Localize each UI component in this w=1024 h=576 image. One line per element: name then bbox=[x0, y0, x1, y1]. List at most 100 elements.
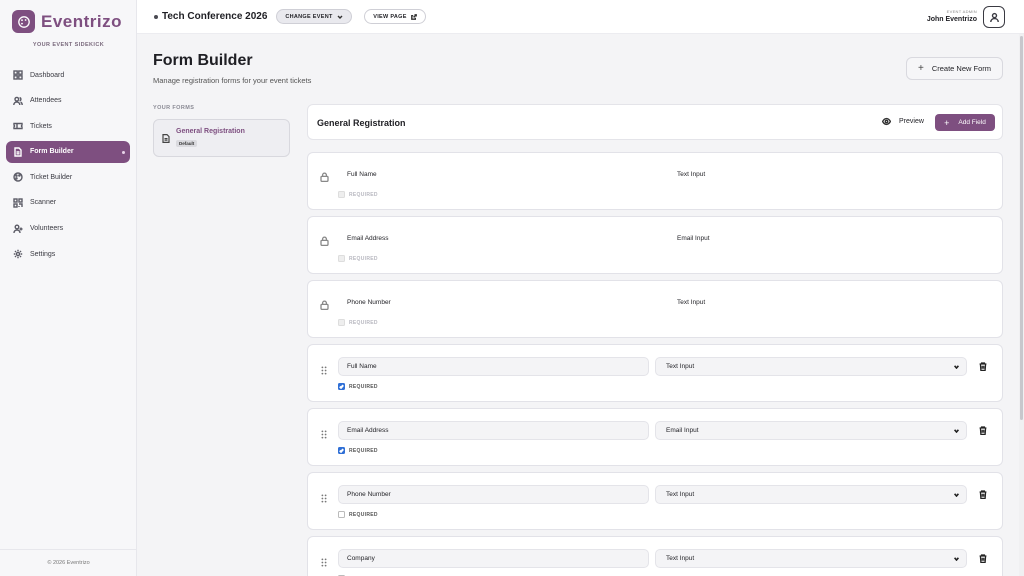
event-status-dot bbox=[154, 15, 158, 19]
field-type-value: Text Input bbox=[666, 363, 695, 370]
editable-field-card: Email Address Email Input REQUIRED bbox=[307, 408, 1003, 466]
trash-icon[interactable] bbox=[979, 486, 987, 500]
sidebar-item-ticket-builder[interactable]: Ticket Builder bbox=[6, 166, 130, 188]
add-field-button[interactable]: + Add Field bbox=[935, 114, 995, 131]
editable-field-card: Full Name Text Input REQUIRED bbox=[307, 344, 1003, 402]
create-new-form-button[interactable]: + Create New Form bbox=[906, 57, 1003, 80]
field-type-value: Text Input bbox=[666, 555, 695, 562]
drag-handle-icon[interactable] bbox=[321, 554, 327, 567]
create-new-form-label: Create New Form bbox=[931, 64, 992, 73]
user-plus-icon bbox=[13, 224, 23, 233]
your-forms-heading: YOUR FORMS bbox=[153, 105, 195, 111]
drag-handle-icon[interactable] bbox=[321, 490, 327, 503]
field-label: Phone Number bbox=[347, 299, 391, 306]
brand-logo[interactable]: Eventrizo bbox=[12, 10, 122, 33]
brand-name: Eventrizo bbox=[41, 11, 123, 31]
editable-field-card: Phone Number Text Input REQUIRED bbox=[307, 472, 1003, 530]
sidebar-item-settings[interactable]: Settings bbox=[6, 243, 130, 265]
field-type: Text Input bbox=[677, 171, 706, 178]
gear-icon bbox=[13, 249, 23, 259]
field-label-input[interactable]: Email Address bbox=[338, 421, 649, 440]
chevron-down-icon bbox=[954, 365, 959, 369]
sidebar-item-label: Attendees bbox=[30, 97, 62, 105]
page-subtitle: Manage registration forms for your event… bbox=[153, 76, 312, 85]
view-page-label: VIEW PAGE bbox=[373, 13, 407, 20]
drag-handle-icon[interactable] bbox=[321, 362, 327, 375]
required-label: REQUIRED bbox=[349, 511, 378, 518]
change-event-label: CHANGE EVENT bbox=[285, 13, 333, 20]
sidebar-item-tickets[interactable]: Tickets bbox=[6, 115, 130, 137]
trash-icon[interactable] bbox=[979, 550, 987, 564]
sidebar: Eventrizo YOUR EVENT SIDEKICK Dashboard … bbox=[0, 0, 137, 576]
required-label: REQUIRED bbox=[349, 319, 378, 326]
sidebar-item-dashboard[interactable]: Dashboard bbox=[6, 64, 130, 86]
default-badge: Default bbox=[176, 140, 198, 147]
user-avatar-button[interactable] bbox=[983, 6, 1005, 28]
required-checkbox[interactable]: REQUIRED bbox=[338, 511, 378, 518]
document-icon bbox=[14, 147, 22, 157]
field-label: Email Address bbox=[347, 235, 389, 242]
scrollbar-thumb[interactable] bbox=[1020, 36, 1023, 420]
field-type-select[interactable]: Text Input bbox=[655, 485, 967, 504]
sidebar-item-label: Tickets bbox=[30, 122, 52, 130]
preview-button[interactable]: Preview bbox=[882, 117, 924, 126]
locked-field-card: Phone Number Text Input REQUIRED bbox=[307, 280, 1003, 338]
chevron-down-icon bbox=[337, 15, 343, 19]
trash-icon[interactable] bbox=[979, 358, 987, 372]
admin-role: EVENT ADMIN bbox=[946, 9, 977, 14]
required-checkbox: REQUIRED bbox=[338, 255, 378, 262]
field-label-input[interactable]: Phone Number bbox=[338, 485, 649, 504]
required-checkbox: REQUIRED bbox=[338, 191, 378, 198]
grid-icon bbox=[13, 70, 23, 80]
field-label-input[interactable]: Company bbox=[338, 549, 649, 568]
checkbox bbox=[338, 255, 345, 262]
brand-tagline: YOUR EVENT SIDEKICK bbox=[32, 42, 105, 48]
sidebar-item-label: Scanner bbox=[30, 199, 57, 207]
sidebar-item-attendees[interactable]: Attendees bbox=[6, 90, 130, 112]
required-checkbox[interactable]: REQUIRED bbox=[338, 447, 378, 454]
change-event-button[interactable]: CHANGE EVENT bbox=[276, 9, 352, 24]
field-type-select[interactable]: Text Input bbox=[655, 549, 967, 568]
ticket-icon bbox=[13, 122, 23, 130]
field-label: Full Name bbox=[347, 171, 377, 178]
sidebar-item-form-builder[interactable]: Form Builder bbox=[6, 140, 130, 163]
trash-icon[interactable] bbox=[979, 422, 987, 436]
lock-icon bbox=[320, 169, 329, 183]
user-icon bbox=[989, 12, 999, 22]
required-checkbox: REQUIRED bbox=[338, 319, 378, 326]
palette-icon bbox=[13, 172, 23, 183]
field-type-value: Text Input bbox=[666, 491, 695, 498]
checkbox-checked[interactable] bbox=[338, 447, 345, 454]
sidebar-item-scanner[interactable]: Scanner bbox=[6, 192, 130, 214]
sidebar-item-volunteers[interactable]: Volunteers bbox=[6, 218, 130, 240]
eye-icon bbox=[882, 117, 891, 126]
checkbox bbox=[338, 319, 345, 326]
event-title: Tech Conference 2026 bbox=[162, 11, 268, 22]
field-label-input[interactable]: Full Name bbox=[338, 357, 649, 376]
active-indicator bbox=[122, 150, 125, 154]
sidebar-nav: Dashboard Attendees Tickets Form Builder… bbox=[6, 64, 130, 269]
preview-label: Preview bbox=[899, 118, 924, 125]
required-label: REQUIRED bbox=[349, 255, 378, 262]
drag-handle-icon[interactable] bbox=[321, 426, 327, 439]
form-list-item[interactable]: General Registration Default bbox=[153, 119, 290, 157]
admin-name: John Eventrizo bbox=[926, 16, 977, 23]
chevron-down-icon bbox=[954, 493, 959, 497]
required-label: REQUIRED bbox=[349, 447, 378, 454]
required-checkbox[interactable]: REQUIRED bbox=[338, 383, 378, 390]
checkbox-checked[interactable] bbox=[338, 383, 345, 390]
view-page-button[interactable]: VIEW PAGE bbox=[364, 9, 426, 24]
locked-field-card: Full Name Text Input REQUIRED bbox=[307, 152, 1003, 210]
checkbox bbox=[338, 191, 345, 198]
plus-icon: + bbox=[944, 117, 950, 128]
field-type-select[interactable]: Email Input bbox=[655, 421, 967, 440]
plus-icon: + bbox=[917, 63, 924, 74]
palette-logo-icon bbox=[12, 10, 35, 33]
users-icon bbox=[13, 96, 23, 105]
page-title: Form Builder bbox=[153, 52, 253, 69]
main-content: Form Builder Manage registration forms f… bbox=[137, 34, 1019, 576]
sidebar-item-label: Volunteers bbox=[30, 225, 64, 233]
checkbox-unchecked[interactable] bbox=[338, 511, 345, 518]
scan-icon bbox=[13, 198, 23, 208]
field-type-select[interactable]: Text Input bbox=[655, 357, 967, 376]
